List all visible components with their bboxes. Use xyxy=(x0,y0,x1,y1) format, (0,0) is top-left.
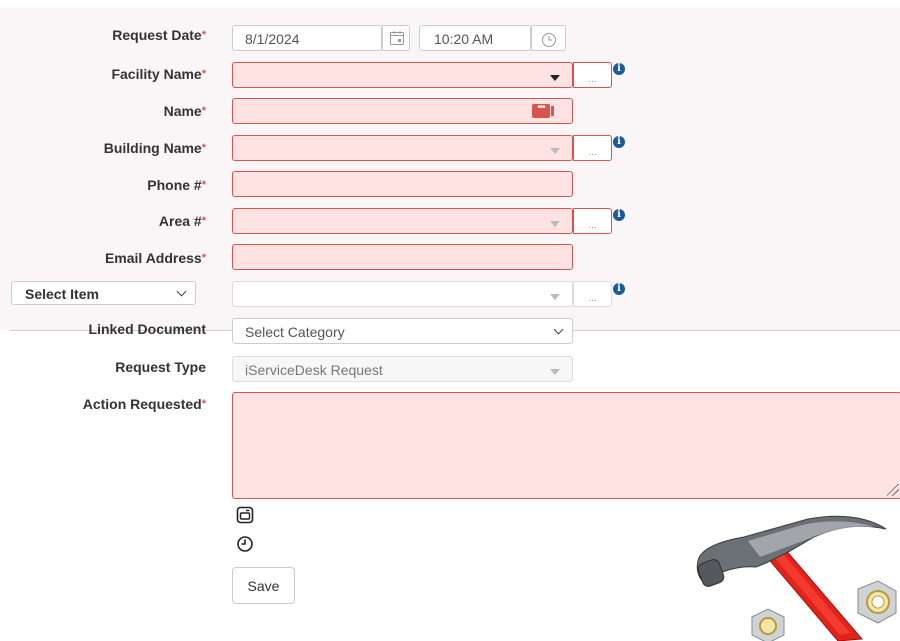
clock-button[interactable] xyxy=(531,25,566,51)
area-select[interactable] xyxy=(232,208,573,234)
edit-icon[interactable] xyxy=(236,506,254,524)
building-info-icon[interactable]: i xyxy=(613,136,625,148)
ellipsis-icon: ... xyxy=(588,74,597,85)
password-manager-icon[interactable]: ••• xyxy=(532,103,554,118)
nut-graphic xyxy=(857,580,897,624)
area-label: Area #* xyxy=(158,213,206,229)
area-info-icon[interactable]: i xyxy=(613,209,625,221)
request-date-label: Request Date* xyxy=(112,27,206,43)
calendar-button[interactable] xyxy=(382,25,410,51)
facility-info-icon[interactable]: i xyxy=(613,63,625,75)
hammer-illustration xyxy=(696,515,897,641)
building-name-label: Building Name* xyxy=(103,140,206,156)
request-type-select[interactable]: iServiceDesk Request xyxy=(232,356,573,382)
dropdown-caret-icon xyxy=(550,221,560,227)
calendar-icon xyxy=(390,31,404,45)
select-item-dropdown[interactable]: Select Item xyxy=(11,281,196,305)
dropdown-caret-icon xyxy=(550,369,560,375)
select-item-value-select[interactable] xyxy=(232,281,573,307)
nut-graphic xyxy=(751,608,785,641)
select-item-info-icon[interactable]: i xyxy=(613,283,625,295)
clock-icon xyxy=(542,33,556,47)
save-button[interactable]: Save xyxy=(232,567,295,604)
ellipsis-icon: ... xyxy=(588,220,597,231)
request-type-label: Request Type xyxy=(115,359,206,375)
facility-name-label: Facility Name* xyxy=(111,66,206,82)
dropdown-caret-icon xyxy=(550,148,560,154)
name-input[interactable]: ••• xyxy=(232,98,573,124)
email-label: Email Address* xyxy=(104,250,206,266)
phone-input[interactable] xyxy=(232,171,573,197)
name-label: Name* xyxy=(163,103,206,119)
ellipsis-icon: ... xyxy=(588,147,597,158)
email-input[interactable] xyxy=(232,244,573,270)
chevron-down-icon xyxy=(176,286,187,297)
ellipsis-icon: ... xyxy=(588,293,597,304)
facility-name-lookup-button[interactable]: ... xyxy=(573,62,612,88)
building-name-lookup-button[interactable]: ... xyxy=(573,135,612,161)
chevron-down-icon xyxy=(553,324,564,335)
linked-document-select[interactable]: Select Category xyxy=(232,318,573,344)
dropdown-caret-icon xyxy=(550,294,560,300)
resize-grip-icon[interactable] xyxy=(887,484,899,496)
request-time-input[interactable]: 10:20 AM xyxy=(419,25,531,51)
history-icon[interactable] xyxy=(236,535,254,553)
building-name-select[interactable] xyxy=(232,135,573,161)
facility-name-select[interactable] xyxy=(232,62,573,88)
action-requested-label: Action Requested* xyxy=(82,396,206,412)
dropdown-caret-icon xyxy=(550,75,560,81)
phone-label: Phone #* xyxy=(147,177,206,193)
select-item-lookup-button[interactable]: ... xyxy=(573,281,612,307)
request-date-input[interactable]: 8/1/2024 xyxy=(232,25,382,51)
action-requested-textarea[interactable] xyxy=(232,392,900,499)
linked-document-label: Linked Document xyxy=(88,321,206,337)
area-lookup-button[interactable]: ... xyxy=(573,208,612,234)
